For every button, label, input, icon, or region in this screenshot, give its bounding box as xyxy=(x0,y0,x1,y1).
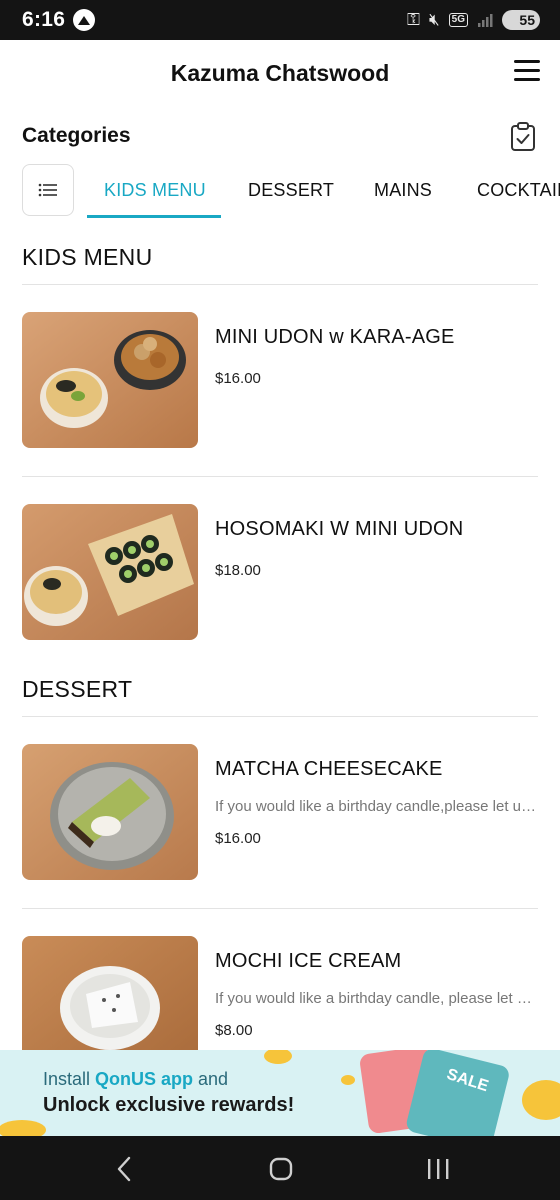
signal-icon xyxy=(478,14,493,27)
menu-item[interactable]: MATCHA CHEESECAKE If you would like a bi… xyxy=(0,744,560,884)
recents-icon[interactable] xyxy=(418,1154,458,1184)
menu-item-price: $16.00 xyxy=(215,830,261,847)
promo-suffix: and xyxy=(193,1069,229,1089)
back-chevron-icon[interactable] xyxy=(104,1154,144,1184)
hamburger-menu-icon[interactable] xyxy=(514,60,542,84)
tab-cocktails[interactable]: COCKTAILS xyxy=(477,180,560,201)
mute-icon: 🔇︎ xyxy=(428,10,440,29)
menu-item-name: MATCHA CHEESECAKE xyxy=(215,758,443,780)
menu-item-image xyxy=(22,504,198,640)
home-circle-icon[interactable] xyxy=(261,1154,301,1184)
system-nav-bar xyxy=(0,1136,560,1200)
menu-item-price: $18.00 xyxy=(215,562,261,579)
key-icon: ⚿ xyxy=(407,10,420,29)
menu-item[interactable]: MINI UDON w KARA-AGE $16.00 xyxy=(0,312,560,452)
categories-title: Categories xyxy=(22,124,131,147)
promo-rewards-text: Unlock exclusive rewards! xyxy=(43,1094,295,1116)
menu-item-name: HOSOMAKI W MINI UDON xyxy=(215,518,464,540)
tab-mains[interactable]: MAINS xyxy=(374,180,432,201)
status-time: 6:16 xyxy=(22,8,66,31)
item-divider xyxy=(22,908,538,909)
menu-item-description: If you would like a birthday candle, ple… xyxy=(215,990,537,1007)
app-header: Kazuma Chatswood xyxy=(0,40,560,108)
menu-item-name: MINI UDON w KARA-AGE xyxy=(215,326,455,348)
promo-prefix: Install xyxy=(43,1069,96,1089)
section-title-dessert: DESSERT xyxy=(22,676,133,702)
promo-banner[interactable]: SALE Install QonUS app and Unlock exclus… xyxy=(0,1050,560,1136)
section-divider xyxy=(22,284,538,285)
network-badge: 5G xyxy=(448,13,468,27)
section-title-kids-menu: KIDS MENU xyxy=(22,244,153,270)
active-tab-indicator xyxy=(87,215,221,218)
battery-level: 55 xyxy=(519,12,535,28)
battery-indicator: 55 xyxy=(502,10,540,30)
menu-item-price: $16.00 xyxy=(215,370,261,387)
tab-kids-menu[interactable]: KIDS MENU xyxy=(104,180,206,201)
menu-item-image xyxy=(22,312,198,448)
menu-item-image xyxy=(22,744,198,880)
category-list-button[interactable] xyxy=(22,164,74,216)
menu-item-description: If you would like a birthday candle,plea… xyxy=(215,798,537,815)
page-title: Kazuma Chatswood xyxy=(170,60,390,86)
section-divider xyxy=(22,716,538,717)
category-tabs: KIDS MENU DESSERT MAINS COCKTAILS xyxy=(0,164,560,220)
list-icon xyxy=(38,183,57,197)
promo-app-name: QonUS app xyxy=(95,1069,194,1089)
menu-item-price: $8.00 xyxy=(215,1022,253,1039)
app-notification-icon xyxy=(73,9,96,31)
promo-install-text: Install QonUS app and xyxy=(43,1069,228,1090)
menu-item[interactable]: HOSOMAKI W MINI UDON $18.00 xyxy=(0,504,560,644)
status-icons: ⚿ 🔇︎ 5G 55 xyxy=(407,10,540,30)
status-bar: 6:16 ⚿ 🔇︎ 5G 55 xyxy=(0,0,560,40)
menu-item-name: MOCHI ICE CREAM xyxy=(215,950,402,972)
clipboard-check-icon[interactable] xyxy=(510,122,536,152)
item-divider xyxy=(22,476,538,477)
tab-dessert[interactable]: DESSERT xyxy=(248,180,334,201)
